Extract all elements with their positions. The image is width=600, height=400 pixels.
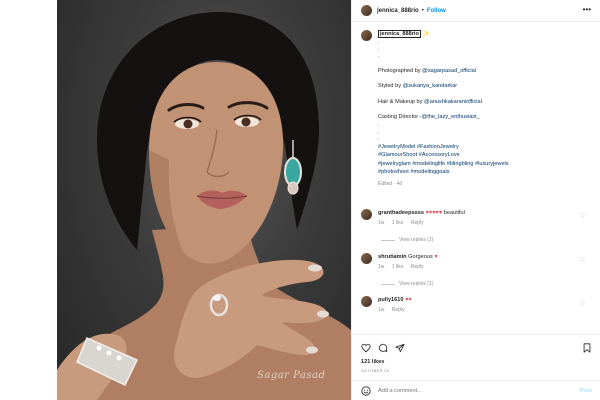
avatar[interactable] — [361, 30, 372, 41]
add-comment-bar: Post — [352, 380, 600, 400]
comment-text: beautiful — [443, 210, 465, 216]
avatar[interactable] — [361, 5, 372, 16]
comment-time: 1w — [378, 307, 385, 313]
reply-button[interactable]: Reply — [411, 264, 424, 270]
hashtag-line[interactable]: #GlamourShoot #AccessoryLove — [378, 151, 509, 160]
caption-dot: . — [378, 128, 380, 135]
comment-icon[interactable] — [378, 343, 388, 353]
caption-dot: . — [378, 121, 380, 128]
more-horizontal-icon[interactable]: ••• — [583, 5, 591, 14]
reply-button[interactable]: Reply — [411, 220, 424, 226]
hashtag-line[interactable]: #jewelryglam #modelinglife #blingbling #… — [378, 160, 509, 169]
post-actions-bar — [352, 334, 600, 354]
heart-icon[interactable] — [361, 343, 371, 353]
mention-link[interactable]: @anushkakaraniofficial — [424, 99, 482, 105]
comment-like-heart-icon[interactable]: ♡ — [580, 213, 585, 220]
avatar[interactable] — [361, 209, 372, 220]
heart-emoji-icon: ♥♥ — [405, 297, 412, 303]
heart-emoji-icon: ♥♥♥♥♥ — [425, 210, 443, 216]
portrait-illustration — [57, 11, 351, 400]
caption-credit-line: Photographed by @sagarpasad_official — [378, 67, 476, 74]
hashtag-line[interactable]: #photoshoot #modelinggoals — [378, 168, 509, 177]
add-comment-input[interactable] — [378, 387, 548, 394]
mention-link[interactable]: @sukanya_kandarkar — [403, 83, 458, 89]
comment-like-heart-icon[interactable]: ♡ — [580, 300, 585, 307]
post-photo[interactable]: Sagar Pasad — [57, 0, 351, 400]
sparkle-emoji-icon: ✨ — [422, 31, 430, 37]
post-header: jennica_888rio • Follow ••• — [352, 0, 600, 22]
comment-time: 1w — [378, 220, 385, 226]
view-replies-button[interactable]: View replies (1) — [381, 237, 433, 243]
caption-credit-line: Casting Director -@the_lazy_enthusiast_ — [378, 114, 480, 120]
caption-username[interactable]: jennica_888rio — [378, 30, 421, 38]
post-date: OCTOBER 20 — [361, 368, 390, 373]
comment-username[interactable]: granthadeepssss — [378, 210, 424, 216]
mention-link[interactable]: @the_lazy_enthusiast_ — [422, 114, 480, 120]
caption-dot: . — [378, 45, 380, 52]
comment-item: shrutiamin Gorgeous ♥ 1w 1 like Reply ♡ — [361, 253, 593, 271]
comment-username[interactable]: pully1610 — [378, 297, 404, 303]
comment-like-heart-icon[interactable]: ♡ — [580, 257, 585, 264]
reply-button[interactable]: Reply — [392, 307, 405, 313]
caption-credit-line: Hair & Makeup by @anushkakaraniofficial — [378, 98, 482, 105]
follow-button[interactable]: Follow — [427, 8, 446, 14]
header-separator: • — [421, 7, 424, 14]
caption-dot: . — [378, 38, 380, 45]
comment-item: pully1610 ♥♥ 1w Reply ♡ — [361, 296, 593, 314]
edited-timestamp: Edited · 4d — [378, 180, 403, 187]
view-replies-label: View replies (1) — [399, 237, 434, 243]
replies-divider — [381, 239, 395, 241]
heart-emoji-icon: ♥ — [434, 254, 438, 260]
caption-credit-line: Styled by @sukanya_kandarkar — [378, 83, 458, 89]
header-username[interactable]: jennica_888rio — [377, 8, 419, 14]
comment-likes[interactable]: 1 like — [392, 220, 404, 226]
view-replies-label: View replies (1) — [399, 281, 434, 287]
view-replies-button[interactable]: View replies (1) — [381, 281, 433, 287]
likes-count[interactable]: 121 likes — [361, 359, 384, 365]
post-caption: jennica_888rio ✨ . . . Photographed by @… — [361, 30, 593, 188]
share-icon[interactable] — [395, 343, 405, 353]
avatar[interactable] — [361, 296, 372, 307]
post-side-panel: jennica_888rio • Follow ••• jennica_888r… — [351, 0, 600, 400]
instagram-post-modal: Sagar Pasad jennica_888rio • Follow ••• … — [0, 0, 600, 400]
comment-likes[interactable]: 1 like — [392, 264, 404, 270]
caption-dot: . — [378, 135, 380, 142]
hashtag-line[interactable]: #JewelryModel #FashionJewelry — [378, 143, 509, 152]
comment-item: granthadeepssss ♥♥♥♥♥ beautiful 1w 1 lik… — [361, 209, 593, 227]
avatar[interactable] — [361, 253, 372, 264]
comment-username[interactable]: shrutiamin — [378, 254, 407, 260]
comment-time: 1w — [378, 264, 385, 270]
comment-text: Gorgeous — [408, 254, 433, 260]
replies-divider — [381, 283, 395, 285]
smiley-icon[interactable] — [361, 385, 371, 396]
caption-dot: . — [378, 52, 380, 59]
photographer-watermark: Sagar Pasad — [257, 370, 326, 381]
save-icon[interactable] — [582, 343, 592, 353]
post-comment-button[interactable]: Post — [580, 388, 592, 394]
mention-link[interactable]: @sagarpasad_official — [422, 68, 476, 74]
